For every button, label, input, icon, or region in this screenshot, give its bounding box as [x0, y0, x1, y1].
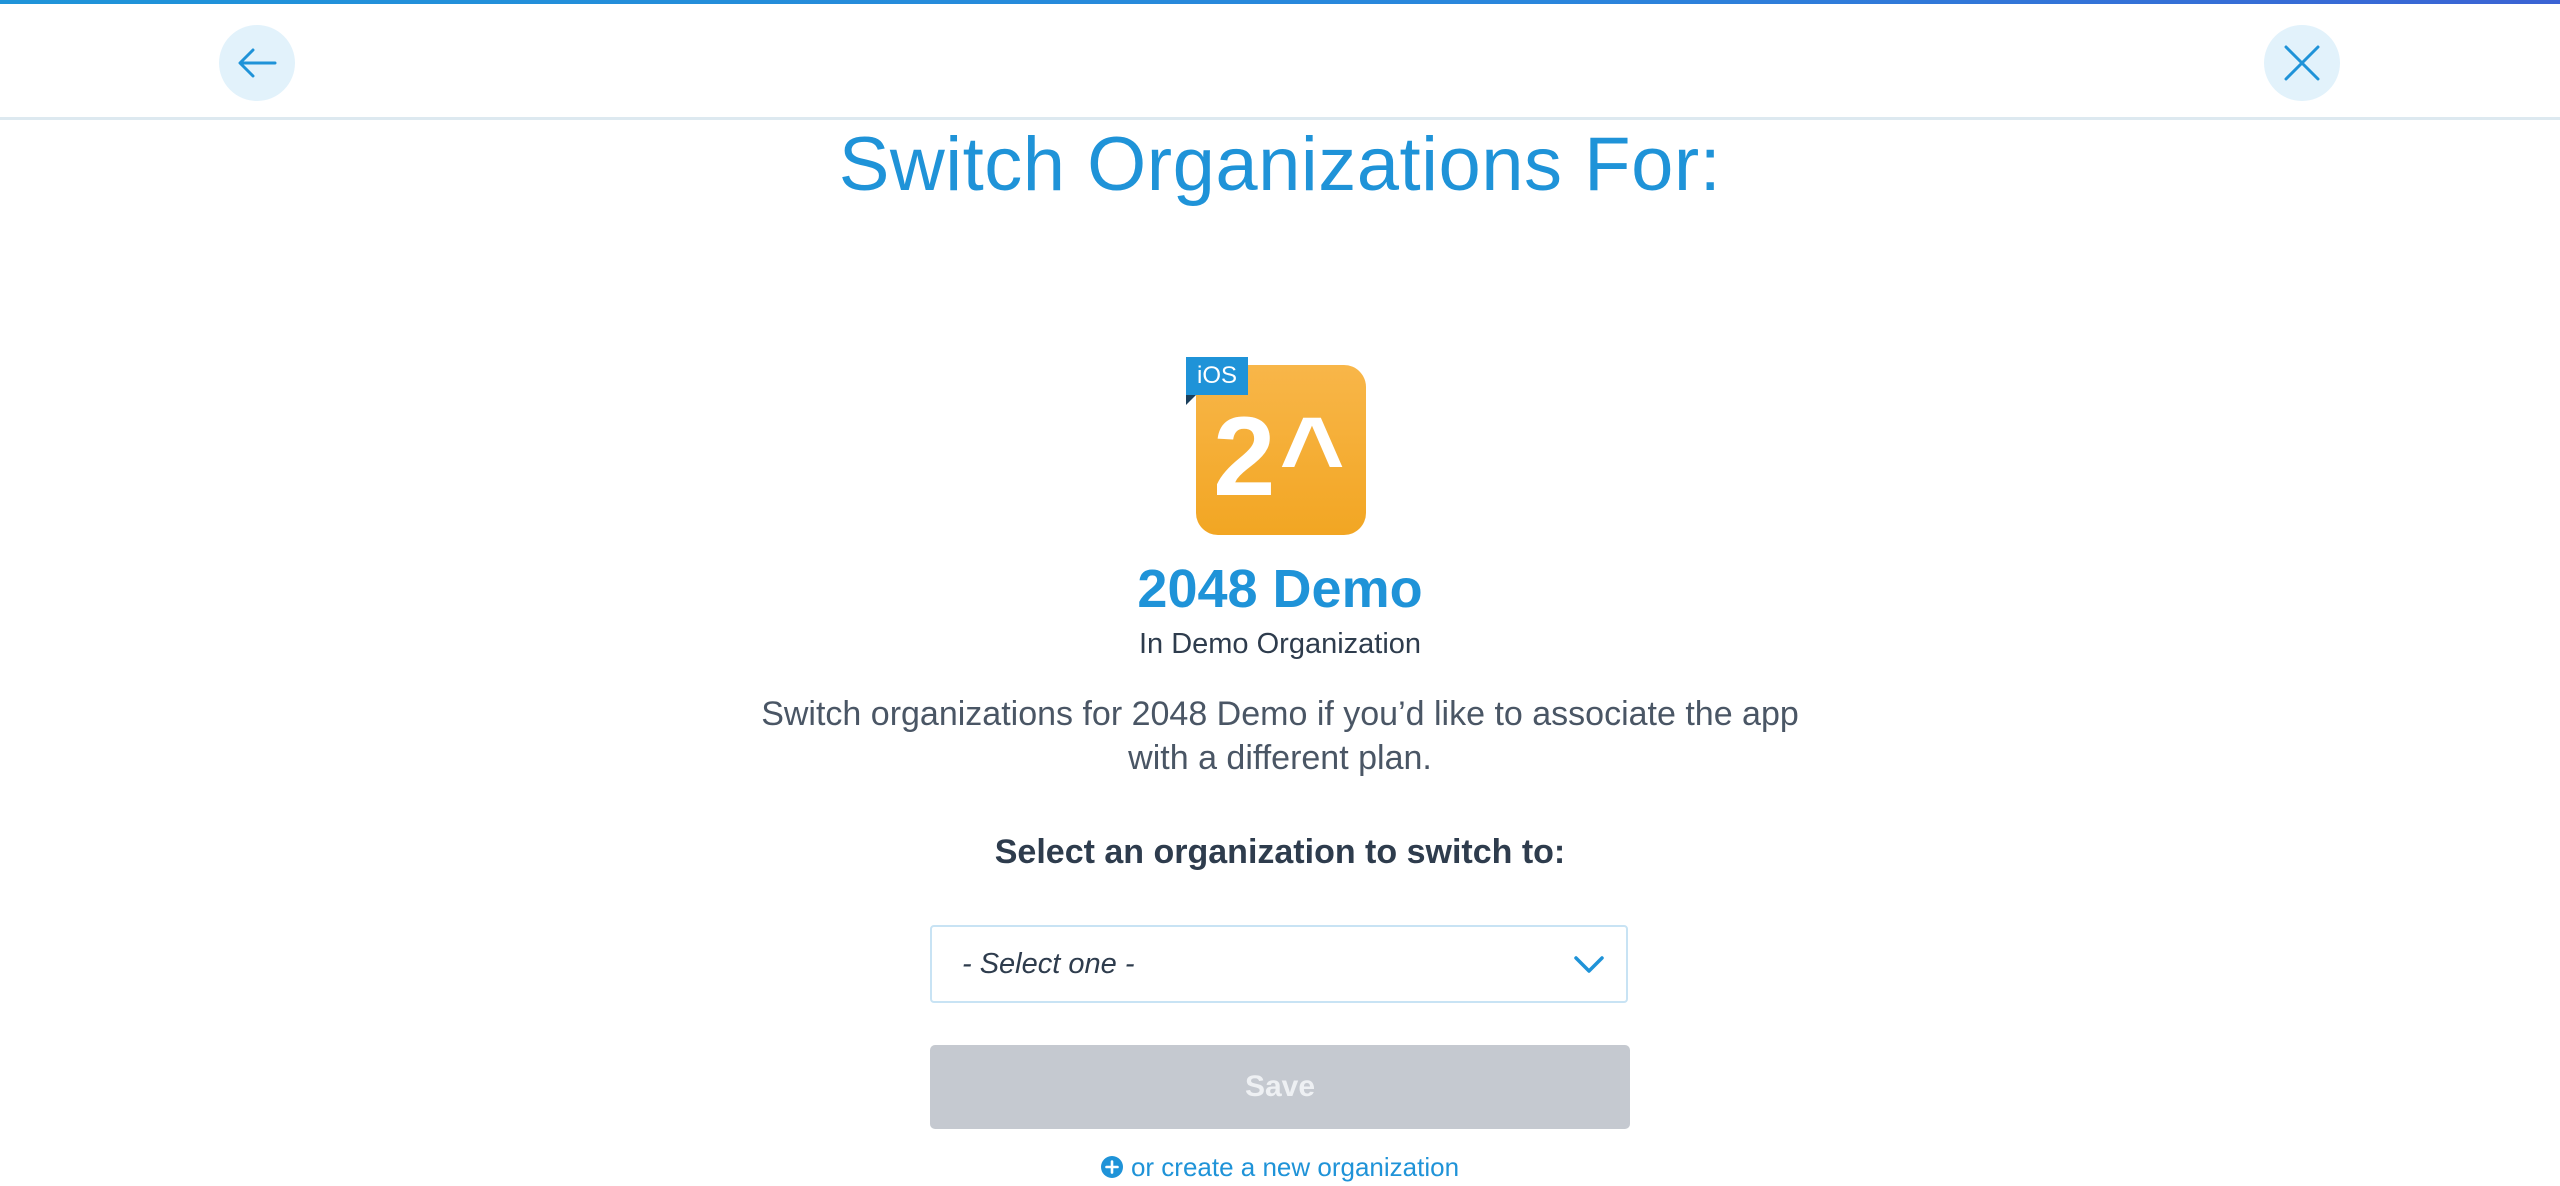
- organization-select-value: - Select one -: [962, 948, 1135, 980]
- save-button[interactable]: Save: [930, 1045, 1630, 1129]
- close-icon: [2284, 45, 2320, 81]
- select-organization-label: Select an organization to switch to:: [994, 833, 1566, 871]
- create-organization-link[interactable]: or create a new organization: [0, 1148, 2560, 1186]
- description-text: Switch organizations for 2048 Demo if yo…: [761, 695, 1799, 777]
- plus-circle-icon: [1100, 1156, 1123, 1179]
- app-organization: In Demo Organization: [1138, 628, 1422, 660]
- platform-badge: iOS: [1186, 357, 1249, 395]
- page-title: Switch Organizations For:: [838, 122, 1722, 207]
- header-bar: [0, 4, 2560, 120]
- arrow-left-icon: [238, 48, 277, 78]
- app-name: 2048 Demo: [1137, 559, 1423, 619]
- app-icon-container: iOS 2^: [1186, 357, 1366, 537]
- create-organization-label: or create a new organization: [1130, 1152, 1460, 1182]
- organization-select[interactable]: - Select one -: [930, 925, 1628, 1003]
- badge-fold-decoration: [1186, 395, 1196, 405]
- close-button[interactable]: [2264, 25, 2340, 101]
- chevron-down-icon: [1574, 956, 1604, 973]
- app-icon-glyph: 2^: [1213, 394, 1349, 519]
- back-button[interactable]: [219, 25, 295, 101]
